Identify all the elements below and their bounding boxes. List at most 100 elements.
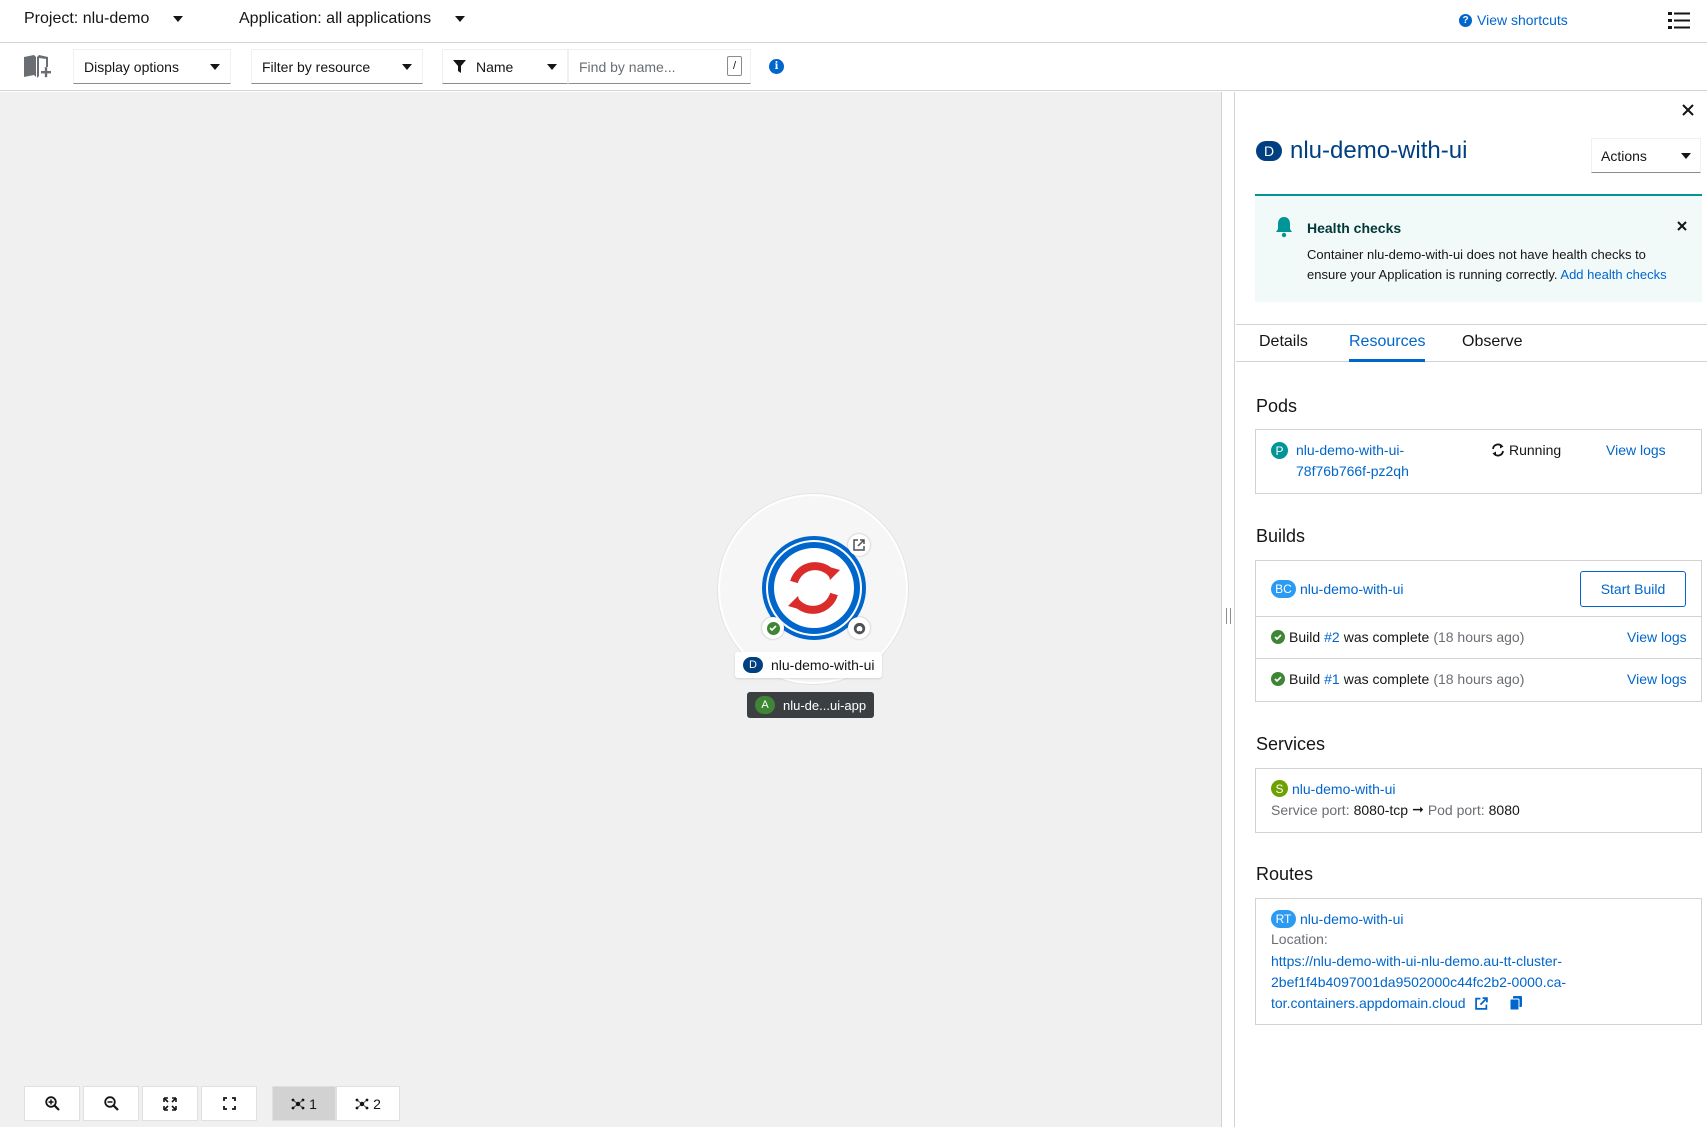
route-link[interactable]: nlu-demo-with-ui <box>1300 911 1403 927</box>
panel-resize-handle[interactable] <box>1221 92 1235 1127</box>
resize-grip-icon <box>1226 608 1231 624</box>
workload-node-name: nlu-demo-with-ui <box>771 657 875 673</box>
zoom-out-icon <box>103 1096 119 1111</box>
project-label: Project: nlu-demo <box>24 10 150 27</box>
close-alert-icon[interactable] <box>1675 219 1689 233</box>
github-icon[interactable] <box>848 617 870 639</box>
fit-to-screen-button[interactable] <box>142 1086 198 1121</box>
caret-down-icon <box>210 63 220 70</box>
masthead-toolbar: Project: nlu-demo Application: all appli… <box>0 0 1707 43</box>
build-config-badge: BC <box>1271 580 1296 598</box>
pod-name-line2: 78f76b766f-pz2qh <box>1296 463 1409 479</box>
layout-1-button[interactable]: 1 <box>272 1086 336 1121</box>
alert-body: Container nlu-demo-with-ui does not have… <box>1307 245 1687 285</box>
copy-icon[interactable] <box>1510 996 1523 1010</box>
caret-down-icon <box>1681 152 1691 159</box>
build-number-link[interactable]: #2 <box>1324 629 1340 645</box>
check-circle-icon <box>1271 630 1285 644</box>
caret-down-icon <box>402 63 412 70</box>
service-port-label: Service port: <box>1271 801 1350 818</box>
list-view-icon[interactable] <box>1668 11 1690 31</box>
divider <box>1256 616 1701 617</box>
topology-layout-icon <box>355 1098 369 1109</box>
layout-toggle-group: 1 2 <box>272 1086 400 1121</box>
application-selector[interactable]: Application: all applications <box>239 10 466 28</box>
tab-resources[interactable]: Resources <box>1349 333 1426 362</box>
build-prefix: Build <box>1289 671 1321 687</box>
workload-node-label[interactable]: D nlu-demo-with-ui <box>735 652 883 678</box>
sync-icon <box>1492 443 1504 457</box>
routes-card: RT nlu-demo-with-ui Location: https://nl… <box>1255 898 1702 1025</box>
service-port-value: 8080-tcp <box>1353 801 1409 818</box>
start-build-button[interactable]: Start Build <box>1580 571 1686 607</box>
close-panel-icon[interactable] <box>1679 101 1697 119</box>
build-time: (18 hours ago) <box>1433 629 1525 645</box>
zoom-in-button[interactable] <box>24 1086 80 1121</box>
panel-tabs: Details Resources Observe <box>1236 324 1707 362</box>
filter-by-resource-dropdown[interactable]: Filter by resource <box>251 49 423 84</box>
topology-layout-icon <box>291 1098 305 1109</box>
builds-card: BC nlu-demo-with-ui Start Build Build #2… <box>1255 560 1702 702</box>
pod-port-value: 8080 <box>1488 801 1520 818</box>
alert-title: Health checks <box>1307 220 1402 236</box>
resource-name[interactable]: nlu-demo-with-ui <box>1290 137 1467 165</box>
build-status-check-icon[interactable] <box>762 617 784 639</box>
quick-search-icon[interactable] <box>22 53 52 81</box>
display-options-dropdown[interactable]: Display options <box>73 49 231 84</box>
pod-name-line1: nlu-demo-with-ui- <box>1296 442 1405 458</box>
open-url-icon[interactable] <box>848 534 870 556</box>
service-row: S nlu-demo-with-ui <box>1271 780 1395 797</box>
build-view-logs-link[interactable]: View logs <box>1627 629 1687 645</box>
pod-name-link[interactable]: nlu-demo-with-ui- 78f76b766f-pz2qh <box>1296 440 1409 482</box>
pod-view-logs-link[interactable]: View logs <box>1606 442 1666 458</box>
layout-2-button[interactable]: 2 <box>336 1086 400 1121</box>
zoom-in-icon <box>44 1096 60 1111</box>
route-url-line2: 2bef1f4b4097001da9502000c44fc2b2-0000.ca… <box>1271 974 1567 990</box>
build-number-link[interactable]: #1 <box>1324 671 1340 687</box>
zoom-out-button[interactable] <box>83 1086 139 1121</box>
tab-details[interactable]: Details <box>1259 333 1308 359</box>
pods-heading: Pods <box>1256 396 1298 416</box>
actions-label: Actions <box>1601 147 1647 164</box>
find-by-name-input[interactable] <box>579 58 719 75</box>
build-view-logs-link[interactable]: View logs <box>1627 671 1687 687</box>
deployment-badge: D <box>1256 141 1282 161</box>
application-label: Application: all applications <box>239 10 432 27</box>
service-ports: Service port: 8080-tcp ➞ Pod port: 8080 <box>1271 801 1520 818</box>
build-config-link[interactable]: nlu-demo-with-ui <box>1300 581 1403 597</box>
builds-heading: Builds <box>1256 526 1306 546</box>
actions-dropdown[interactable]: Actions <box>1591 138 1701 173</box>
tab-observe[interactable]: Observe <box>1462 333 1522 359</box>
caret-down-icon <box>173 16 184 22</box>
caret-down-icon <box>547 63 557 70</box>
topology-control-bar: 1 2 <box>24 1086 400 1121</box>
application-group-label[interactable]: A nlu-de...ui-app <box>747 692 875 718</box>
question-circle-icon: ? <box>1459 13 1472 27</box>
topology-toolbar: Display options Filter by resource Name … <box>0 43 1707 91</box>
application-group-name: nlu-de...ui-app <box>783 697 867 713</box>
reset-view-button[interactable] <box>201 1086 257 1121</box>
project-selector[interactable]: Project: nlu-demo <box>24 10 184 28</box>
expand-arrows-icon <box>163 1096 177 1111</box>
routes-heading: Routes <box>1256 864 1314 884</box>
long-arrow-right-icon: ➞ <box>1412 801 1424 817</box>
build-config-row: BC nlu-demo-with-ui <box>1271 580 1403 598</box>
caret-down-icon <box>455 16 466 22</box>
pod-row: P nlu-demo-with-ui- 78f76b766f-pz2qh <box>1271 442 1409 482</box>
application-badge: A <box>755 696 775 714</box>
view-shortcuts-link[interactable]: ? View shortcuts <box>1459 12 1568 28</box>
service-link[interactable]: nlu-demo-with-ui <box>1292 781 1395 797</box>
location-label: Location: <box>1271 931 1328 947</box>
filter-type-label: Name <box>476 58 514 75</box>
info-circle-icon[interactable]: i <box>769 59 784 74</box>
build-row: Build #2 was complete (18 hours ago) <box>1271 629 1524 645</box>
route-row: RT nlu-demo-with-ui <box>1271 910 1403 928</box>
external-link-icon[interactable] <box>1475 997 1489 1010</box>
pod-badge: P <box>1271 442 1288 459</box>
topology-canvas[interactable] <box>0 92 1221 1127</box>
filter-type-dropdown[interactable]: Name <box>442 49 568 84</box>
expand-icon <box>222 1097 236 1110</box>
layout-2-label: 2 <box>373 1095 381 1112</box>
add-health-checks-link[interactable]: Add health checks <box>1560 267 1666 282</box>
service-badge: S <box>1271 780 1288 797</box>
